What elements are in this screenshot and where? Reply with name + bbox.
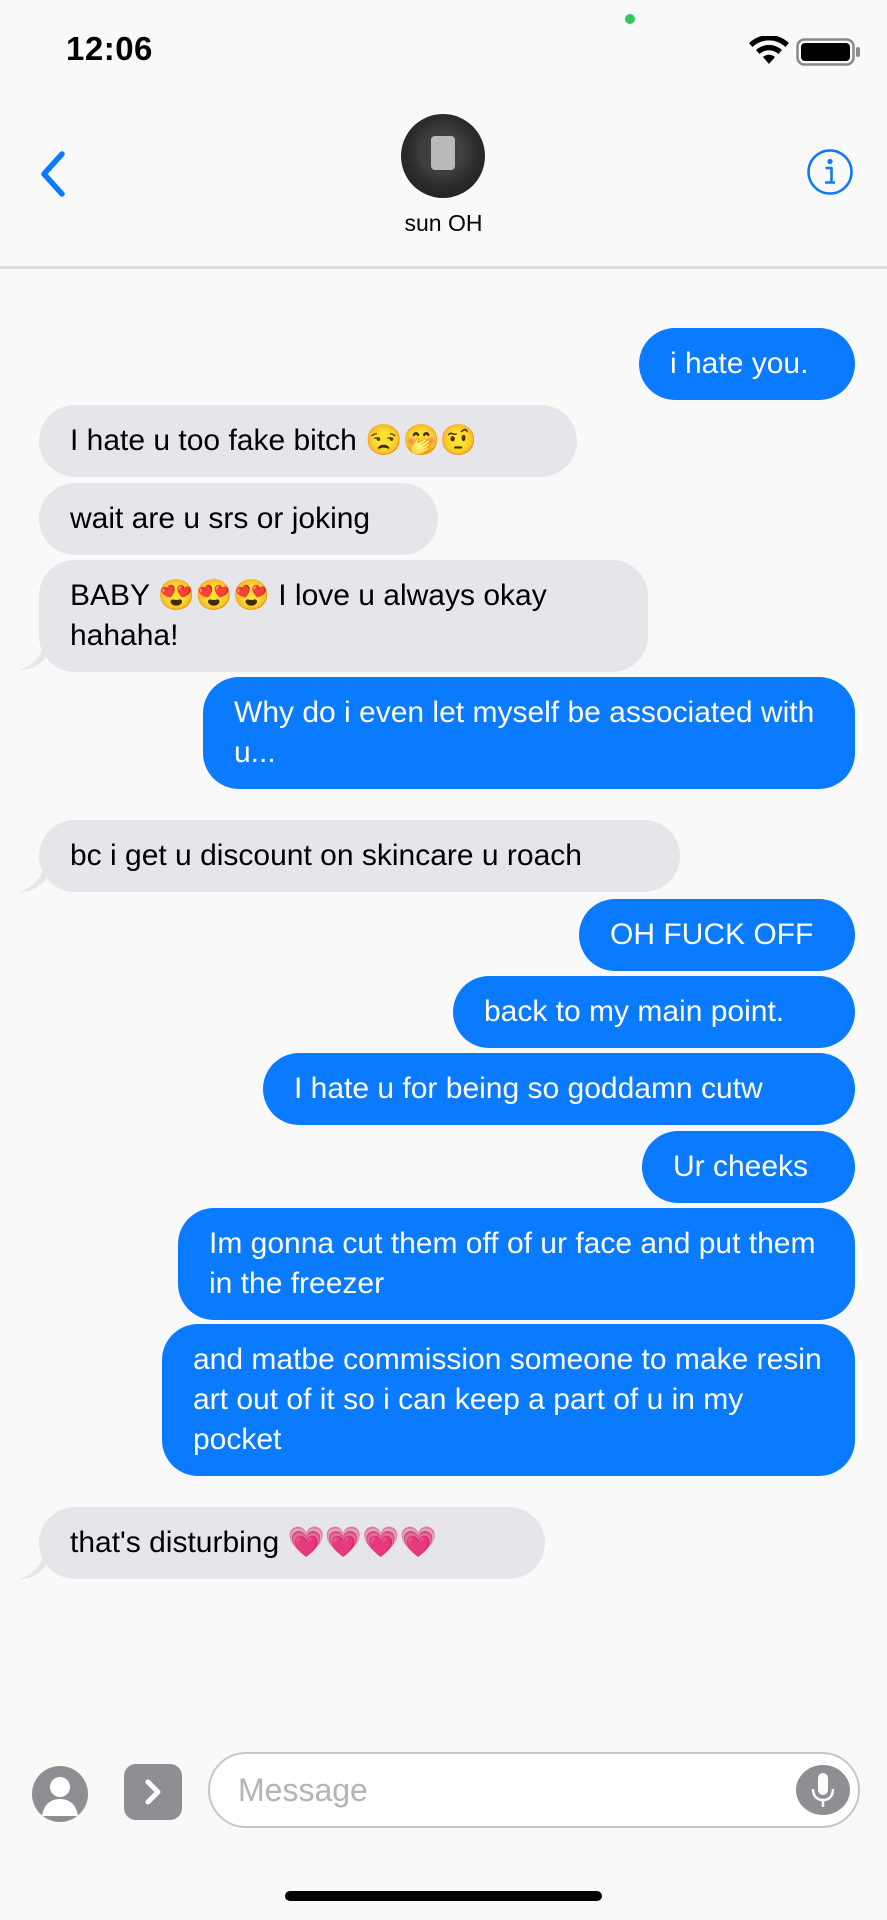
info-button[interactable] <box>806 148 854 196</box>
contact-name[interactable]: sun OH <box>0 210 887 237</box>
info-icon <box>807 149 853 195</box>
bubble-tail <box>20 1559 50 1579</box>
message-bubble-incoming[interactable]: I hate u too fake bitch 😒🤭🤨 <box>39 405 577 477</box>
microphone-button[interactable] <box>796 1765 850 1815</box>
contact-button[interactable] <box>32 1766 88 1822</box>
wifi-icon <box>749 36 789 64</box>
microphone-icon <box>811 1773 835 1807</box>
message-bubble-outgoing[interactable]: Ur cheeks <box>642 1131 855 1203</box>
message-bubble-outgoing[interactable]: back to my main point. <box>453 976 855 1048</box>
contact-icon <box>42 1777 78 1816</box>
message-bubble-incoming[interactable]: bc i get u discount on skincare u roach <box>39 820 680 892</box>
message-bubble-outgoing[interactable]: Why do i even let myself be associated w… <box>203 677 855 789</box>
message-input[interactable] <box>208 1752 860 1828</box>
avatar-phone-detail <box>431 136 455 170</box>
apps-chevron-icon <box>145 1779 161 1805</box>
message-bubble-incoming[interactable]: wait are u srs or joking <box>39 483 438 555</box>
back-chevron-icon <box>41 151 65 197</box>
messages-screen: 12:06 sun OH i hate you. I hate u too fa… <box>0 0 887 1920</box>
bubble-tail <box>20 872 50 892</box>
status-time: 12:06 <box>66 30 153 67</box>
battery-icon <box>796 38 860 66</box>
message-bubble-outgoing[interactable]: OH FUCK OFF <box>579 899 855 971</box>
message-bubble-incoming[interactable]: that's disturbing 💗💗💗💗 <box>39 1507 545 1579</box>
message-bubble-outgoing[interactable]: i hate you. <box>639 328 855 400</box>
status-bar: 12:06 <box>0 0 887 100</box>
apps-button[interactable] <box>124 1764 182 1820</box>
message-bubble-outgoing[interactable]: and matbe commission someone to make res… <box>162 1324 855 1476</box>
message-bubble-incoming[interactable]: BABY 😍😍😍 I love u always okay hahaha! <box>39 560 648 672</box>
message-bubble-outgoing[interactable]: I hate u for being so goddamn cutw <box>263 1053 855 1125</box>
home-indicator[interactable] <box>285 1891 602 1901</box>
conversation-header: sun OH <box>0 100 887 269</box>
message-bubble-outgoing[interactable]: Im gonna cut them off of ur face and put… <box>178 1208 855 1320</box>
back-button[interactable] <box>30 144 80 204</box>
bubble-tail <box>20 650 50 670</box>
camera-indicator-dot <box>625 14 635 24</box>
contact-avatar[interactable] <box>401 114 485 198</box>
